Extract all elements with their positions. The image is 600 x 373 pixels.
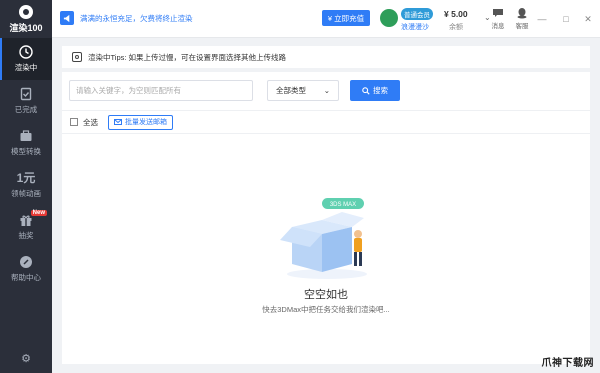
logo-icon bbox=[19, 4, 33, 19]
list-toolbar: 全选 批量发送邮箱 bbox=[62, 110, 590, 134]
sidebar-item-rendering[interactable]: 渲染中 bbox=[0, 38, 52, 80]
app-logo: 渲染100 bbox=[0, 0, 52, 38]
batch-email-label: 批量发送邮箱 bbox=[125, 119, 167, 126]
box-badge-text: 3DS MAX bbox=[330, 202, 356, 208]
done-icon bbox=[20, 87, 32, 101]
notice-text[interactable]: 满满的永恒充足，欠费将终止渲染 bbox=[80, 13, 193, 24]
type-select[interactable]: 全部类型 ⌄ bbox=[267, 80, 339, 101]
mail-icon bbox=[114, 119, 122, 125]
sidebar-item-lottery[interactable]: New 抽奖 bbox=[0, 206, 52, 248]
render-icon bbox=[19, 45, 33, 59]
sidebar-item-label: 领帧动画 bbox=[11, 189, 41, 198]
yuan-icon: 1元 bbox=[16, 171, 36, 185]
type-select-value: 全部类型 bbox=[276, 86, 306, 95]
empty-box-illustration: 3DS MAX bbox=[280, 198, 367, 279]
new-badge: New bbox=[30, 210, 47, 216]
sidebar-item-label: 抽奖 bbox=[18, 231, 34, 240]
select-all-label: 全选 bbox=[83, 117, 98, 127]
messages-button[interactable]: 消息 bbox=[489, 7, 507, 30]
gear-icon[interactable]: ⚙ bbox=[0, 352, 52, 365]
sidebar-item-label: 模型转换 bbox=[11, 147, 41, 156]
main-panel: 全部类型 ⌄ 搜索 全选 批量发送邮箱 3DS MAX 空空如也 快去3DMax… bbox=[62, 72, 590, 364]
sidebar-item-help[interactable]: 帮助中心 bbox=[0, 248, 52, 290]
sidebar-item-completed[interactable]: 已完成 bbox=[0, 80, 52, 122]
convert-icon bbox=[20, 130, 32, 141]
avatar[interactable] bbox=[380, 9, 398, 27]
recharge-button[interactable]: ¥ 立即充值 bbox=[322, 10, 370, 26]
empty-state-subtitle: 快去3DMax中把任务交给我们渲染吧... bbox=[262, 305, 390, 314]
batch-email-button[interactable]: 批量发送邮箱 bbox=[108, 114, 173, 130]
user-name[interactable]: 浪漫漫沙 bbox=[401, 22, 429, 32]
tips-icon bbox=[72, 52, 82, 62]
top-bar: 满满的永恒充足，欠费将终止渲染 ¥ 立即充值 普通会员 浪漫漫沙 ¥ 5.00 … bbox=[52, 0, 600, 38]
watermark: 爪神下载网 bbox=[541, 358, 594, 369]
tips-bar: 渲染中Tips: 如果上传过慢，可在设置界面选择其他上传线路 bbox=[62, 46, 590, 68]
member-badge: 普通会员 bbox=[401, 8, 433, 20]
balance-label: 余额 bbox=[449, 24, 463, 31]
select-all-checkbox[interactable] bbox=[70, 118, 78, 126]
search-button-label: 搜索 bbox=[373, 86, 388, 95]
empty-state-title: 空空如也 bbox=[304, 289, 348, 301]
minimize-icon[interactable]: — bbox=[535, 12, 549, 26]
close-icon[interactable]: ✕ bbox=[581, 12, 595, 26]
sidebar: 渲染100 渲染中 已完成 模型转换 1元 领帧动画 New 抽奖 帮助中心 ⚙ bbox=[0, 0, 52, 373]
tips-text: 渲染中Tips: 如果上传过慢，可在设置界面选择其他上传线路 bbox=[88, 52, 287, 62]
customer-service-icon bbox=[517, 8, 527, 19]
help-icon bbox=[20, 256, 32, 268]
message-icon bbox=[493, 9, 503, 17]
sidebar-item-label: 帮助中心 bbox=[11, 273, 41, 282]
search-button[interactable]: 搜索 bbox=[350, 80, 400, 101]
search-icon bbox=[362, 86, 370, 95]
sidebar-item-label: 已完成 bbox=[14, 105, 38, 114]
sidebar-item-label: 渲染中 bbox=[14, 63, 38, 72]
sidebar-item-model-convert[interactable]: 模型转换 bbox=[0, 122, 52, 164]
sidebar-item-frame-animation[interactable]: 1元 领帧动画 bbox=[0, 164, 52, 206]
app-name: 渲染100 bbox=[9, 22, 43, 33]
customer-service-label: 客服 bbox=[515, 23, 529, 30]
search-input[interactable] bbox=[69, 80, 253, 101]
messages-label: 消息 bbox=[491, 23, 505, 30]
maximize-icon[interactable]: □ bbox=[559, 12, 573, 26]
chevron-down-icon: ⌄ bbox=[323, 86, 330, 95]
customer-service-button[interactable]: 客服 bbox=[513, 7, 531, 30]
megaphone-icon bbox=[60, 11, 74, 25]
balance-value: ¥ 5.00 bbox=[444, 9, 468, 19]
